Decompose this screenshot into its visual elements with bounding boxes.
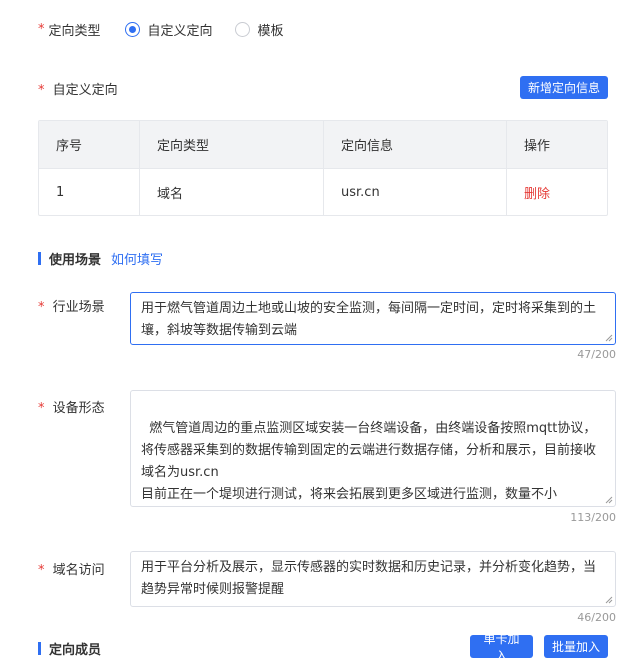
device-counter: 113/200	[570, 511, 616, 524]
required-mark: *	[38, 300, 45, 315]
radio-unchecked-icon	[234, 21, 250, 37]
row-type: 域名	[140, 169, 324, 215]
batch-add-button[interactable]: 批量加入	[544, 635, 608, 658]
resize-handle-icon[interactable]	[605, 334, 613, 342]
members-section-title: 定向成员	[49, 643, 102, 658]
how-to-fill-link[interactable]: 如何填写	[111, 249, 163, 268]
delete-link[interactable]: 删除	[524, 183, 550, 202]
radio-template-label: 模板	[257, 23, 284, 39]
targeting-type-row: * 定向类型 自定义定向 模板	[38, 19, 306, 39]
section-accent-bar	[38, 252, 41, 265]
resize-handle-icon[interactable]	[605, 596, 613, 604]
targeting-table: 序号 定向类型 定向信息 操作 1 域名 usr.cn 删除	[38, 120, 608, 216]
usage-section-heading: 使用场景 如何填写	[38, 249, 163, 268]
required-mark: *	[38, 563, 45, 578]
col-header-index: 序号	[39, 121, 140, 168]
radio-custom-targeting[interactable]: 自定义定向	[124, 20, 213, 39]
custom-targeting-heading: * 自定义定向	[38, 79, 118, 98]
table-header: 序号 定向类型 定向信息 操作	[39, 121, 607, 168]
row-action: 删除	[507, 169, 607, 215]
members-section-heading: 定向成员	[38, 639, 101, 658]
industry-counter: 47/200	[577, 348, 616, 361]
domain-access-heading: * 域名访问	[38, 559, 105, 578]
domain-access-textarea[interactable]: 用于平台分析及展示，显示传感器的实时数据和历史记录，并分析变化趋势，当趋势异常时…	[130, 551, 616, 607]
table-row: 1 域名 usr.cn 删除	[39, 168, 607, 215]
device-text: 燃气管道周边的重点监测区域安装一台终端设备，由终端设备按照mqtt协议，将传感器…	[141, 421, 597, 502]
col-header-action: 操作	[524, 139, 551, 154]
domain-access-label: 域名访问	[52, 563, 105, 578]
custom-targeting-label: 自定义定向	[52, 83, 118, 98]
usage-section-title: 使用场景	[49, 253, 102, 268]
industry-text: 用于燃气管道周边土地或山坡的安全监测，每间隔一定时间，定时将采集到的土壤，斜坡等…	[141, 301, 597, 338]
industry-heading: * 行业场景	[38, 296, 105, 315]
device-heading: * 设备形态	[38, 397, 105, 416]
resize-handle-icon[interactable]	[605, 496, 613, 504]
required-mark: *	[38, 401, 45, 416]
device-textarea[interactable]: 燃气管道周边的重点监测区域安装一台终端设备，由终端设备按照mqtt协议，将传感器…	[130, 390, 616, 507]
targeting-type-label: 定向类型	[48, 23, 101, 39]
section-accent-bar	[38, 642, 41, 655]
col-header-info: 定向信息	[324, 121, 507, 168]
required-mark: *	[38, 83, 45, 98]
single-card-add-button[interactable]: 单卡加入	[470, 632, 533, 663]
radio-template[interactable]: 模板	[234, 20, 284, 39]
row-index: 1	[39, 169, 140, 215]
industry-textarea[interactable]: 用于燃气管道周边土地或山坡的安全监测，每间隔一定时间，定时将采集到的土壤，斜坡等…	[130, 292, 616, 345]
industry-label: 行业场景	[52, 300, 105, 315]
row-info: usr.cn	[324, 169, 507, 215]
col-header-type: 定向类型	[140, 121, 324, 168]
required-mark: *	[38, 21, 45, 37]
add-targeting-button[interactable]: 新增定向信息	[520, 76, 608, 99]
domain-access-text: 用于平台分析及展示，显示传感器的实时数据和历史记录，并分析变化趋势，当趋势异常时…	[141, 560, 597, 597]
radio-checked-icon	[124, 21, 140, 37]
radio-custom-label: 自定义定向	[147, 23, 213, 39]
device-label: 设备形态	[52, 401, 105, 416]
domain-access-counter: 46/200	[577, 611, 616, 624]
